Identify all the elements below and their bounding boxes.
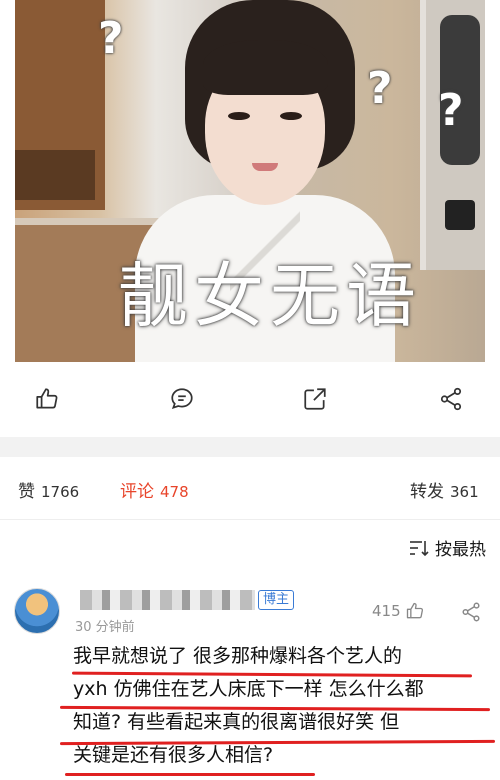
username-blurred[interactable] [80, 590, 255, 610]
comment-line: yxh 仿佛住在艺人床底下一样 怎么什么都 [73, 678, 424, 700]
sort-by-hot-button[interactable]: 按最热 [409, 535, 486, 560]
tab-reposts-label: 转发 [410, 482, 444, 502]
question-mark: ? [438, 85, 464, 136]
section-divider [0, 437, 500, 457]
person-lips [252, 163, 278, 171]
tab-comments-label: 评论 [120, 482, 154, 502]
like-button[interactable] [32, 384, 62, 414]
question-mark: ? [367, 63, 393, 114]
interaction-tabs: 赞 1766 评论 478 转发 361 [0, 457, 500, 520]
thumbs-up-icon [36, 388, 58, 409]
forward-button[interactable] [300, 384, 330, 414]
comment-button[interactable] [167, 384, 197, 414]
background-shelf [15, 150, 95, 200]
comment-line: 我早就想说了 很多那种爆料各个艺人的 [73, 645, 403, 667]
comment-line: 知道? 有些看起来真的很离谱很好笑 但 [73, 711, 400, 733]
tab-likes-label: 赞 [18, 482, 35, 502]
person-eye-right [280, 112, 302, 120]
share-network-icon[interactable] [460, 601, 482, 623]
post-image[interactable]: ? ? ? 靓女无语 [15, 0, 485, 362]
sort-icon [410, 540, 429, 556]
tab-likes-count: 1766 [41, 483, 80, 501]
post-action-bar [0, 362, 500, 437]
annotation-underline [65, 773, 315, 776]
avatar[interactable] [14, 588, 60, 634]
person-bangs [203, 40, 328, 95]
comment-icon [171, 388, 193, 410]
share-network-icon [440, 387, 462, 411]
background-door-handle [445, 200, 475, 230]
thumbs-up-icon [406, 602, 423, 619]
share-out-icon [304, 388, 326, 410]
tab-comments-count: 478 [160, 483, 189, 501]
author-badge: 博主 [258, 590, 295, 610]
image-caption: 靓女无语 [118, 255, 422, 337]
tab-comments[interactable]: 评论 478 [120, 477, 189, 502]
comment-like-count: 415 [372, 602, 401, 620]
tab-reposts[interactable]: 转发 361 [410, 477, 479, 502]
tab-likes[interactable]: 赞 1766 [18, 477, 79, 502]
person-eye-left [228, 112, 250, 120]
share-button[interactable] [436, 384, 466, 414]
sort-label: 按最热 [435, 540, 486, 560]
comment-time: 30 分钟前 [75, 620, 135, 635]
comment-like-button[interactable]: 415 [372, 601, 425, 621]
tab-reposts-count: 361 [450, 483, 479, 501]
question-mark: ? [98, 13, 124, 64]
